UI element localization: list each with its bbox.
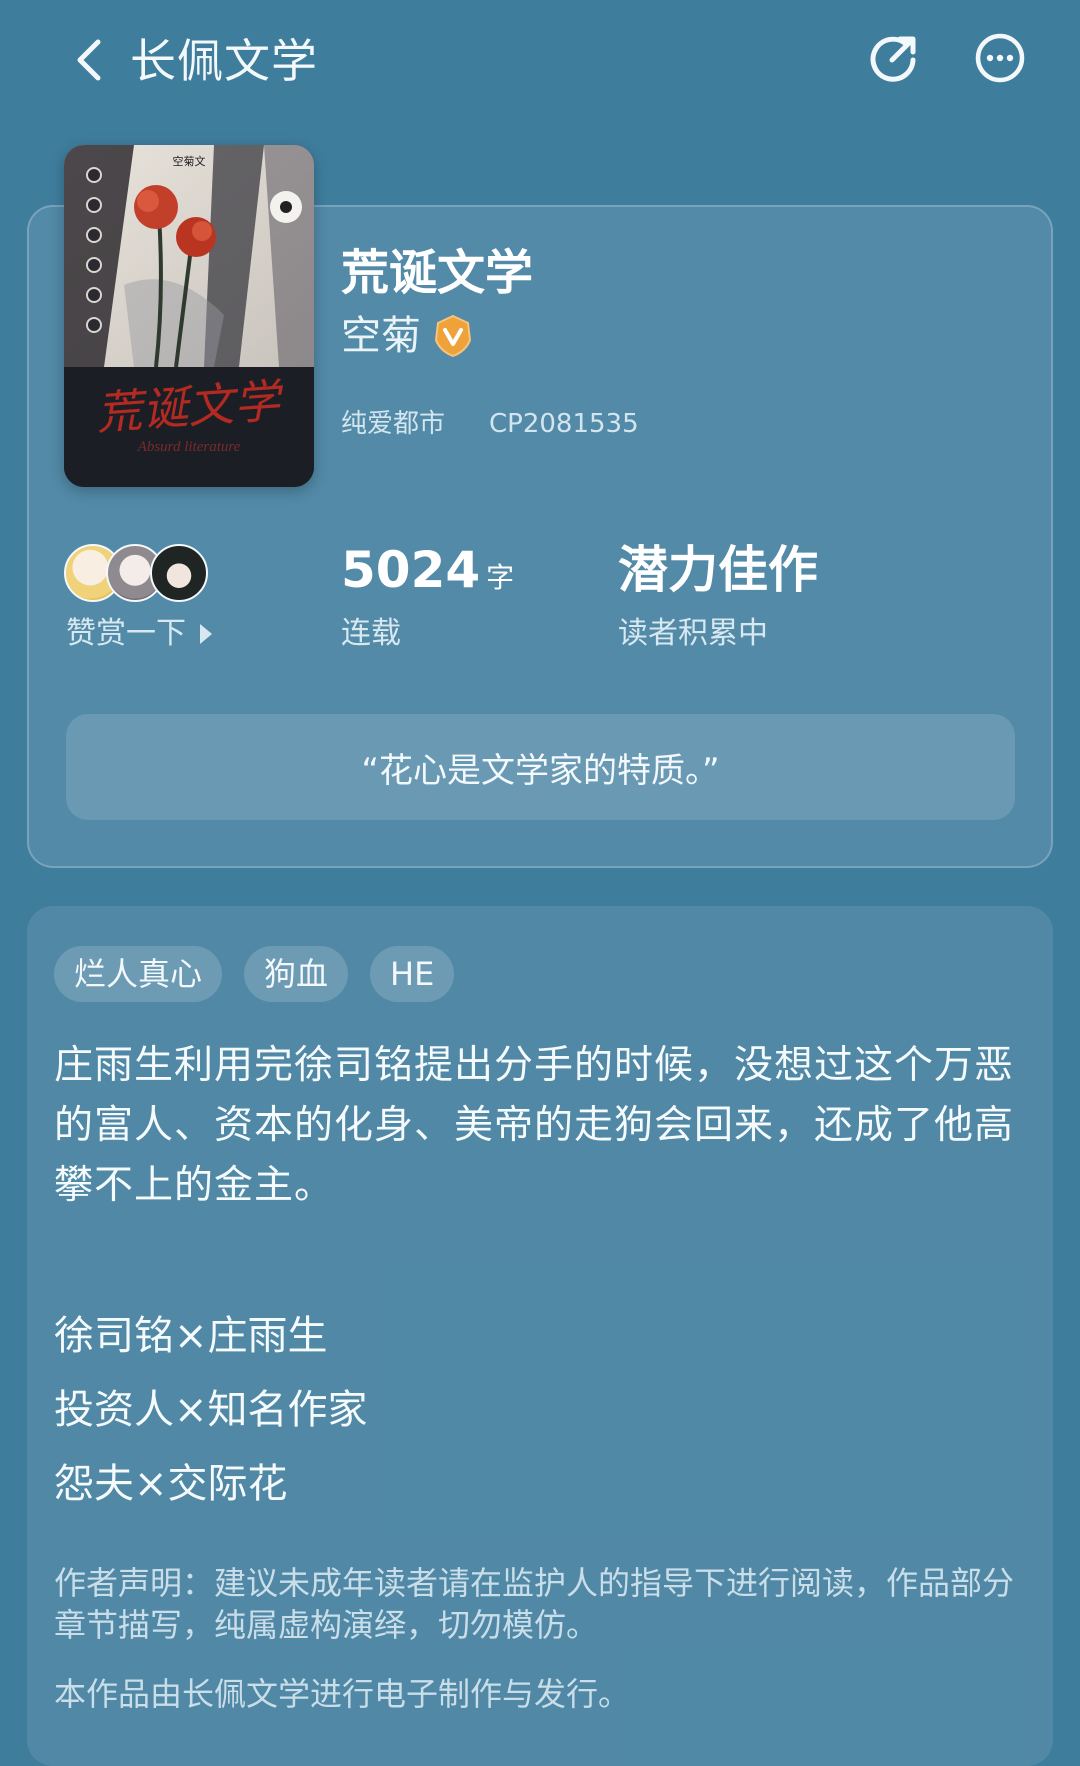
quote-text: “花心是文学家的特质。” — [361, 750, 720, 791]
book-cover[interactable]: 空菊文 荒诞文学 Absurd literature — [64, 145, 314, 487]
top-bar: 长佩文学 — [0, 0, 1080, 124]
author-name[interactable]: 空菊 — [341, 306, 421, 366]
pairing-line: 怨夫×交际花 — [54, 1461, 288, 1507]
app-title: 长佩文学 — [130, 34, 318, 88]
reward-avatars[interactable] — [64, 544, 214, 602]
genre-label[interactable]: 纯爱都市 — [341, 409, 445, 439]
serial-status: 连载 — [341, 616, 401, 651]
share-icon — [870, 36, 916, 82]
tag[interactable]: 烂人真心 — [54, 946, 223, 1002]
back-button[interactable] — [66, 34, 118, 86]
more-button[interactable] — [974, 32, 1026, 84]
caret-right-icon — [200, 624, 212, 644]
author-row[interactable]: 空菊 — [341, 306, 473, 366]
book-meta: 纯爱都市 CP2081535 — [341, 404, 639, 444]
publisher-note: 本作品由长佩文学进行电子制作与发行。 — [54, 1675, 631, 1713]
reward-button[interactable]: 赞赏一下 — [66, 614, 212, 654]
share-button[interactable] — [866, 30, 922, 86]
book-title: 荒诞文学 — [341, 245, 534, 301]
rank-title: 潜力佳作 — [618, 541, 818, 599]
word-count-value: 5024 — [341, 541, 481, 599]
word-count-unit: 字 — [486, 561, 515, 594]
verified-v-icon — [434, 314, 472, 358]
reward-label: 赞赏一下 — [66, 616, 186, 651]
chevron-left-icon — [77, 39, 101, 81]
tag[interactable]: HE — [370, 946, 455, 1002]
pairing-line: 徐司铭×庄雨生 — [54, 1313, 328, 1359]
rank-subtitle: 读者积累中 — [618, 616, 768, 651]
quote-box: “花心是文学家的特质。” — [66, 714, 1015, 820]
author-disclaimer: 作者声明：建议未成年读者请在监护人的指导下进行阅读，作品部分章节描写，纯属虚构演… — [54, 1564, 1015, 1644]
tag[interactable]: 狗血 — [244, 946, 349, 1002]
avatar — [150, 544, 208, 602]
cover-subtitle-text: Absurd literature — [137, 439, 241, 455]
book-cover-image: 空菊文 荒诞文学 Absurd literature — [64, 145, 314, 487]
cover-top-text: 空菊文 — [173, 154, 206, 168]
pairing-line: 投资人×知名作家 — [54, 1387, 368, 1433]
synopsis: 庄雨生利用完徐司铭提出分手的时候，没想过这个万恶的富人、资本的化身、美帝的走狗会… — [54, 1043, 1015, 1208]
more-horizontal-icon — [975, 33, 1025, 83]
word-count: 5024 字 — [341, 536, 514, 604]
tag-list: 烂人真心 狗血 HE — [54, 946, 476, 1002]
book-id: CP2081535 — [489, 409, 639, 439]
